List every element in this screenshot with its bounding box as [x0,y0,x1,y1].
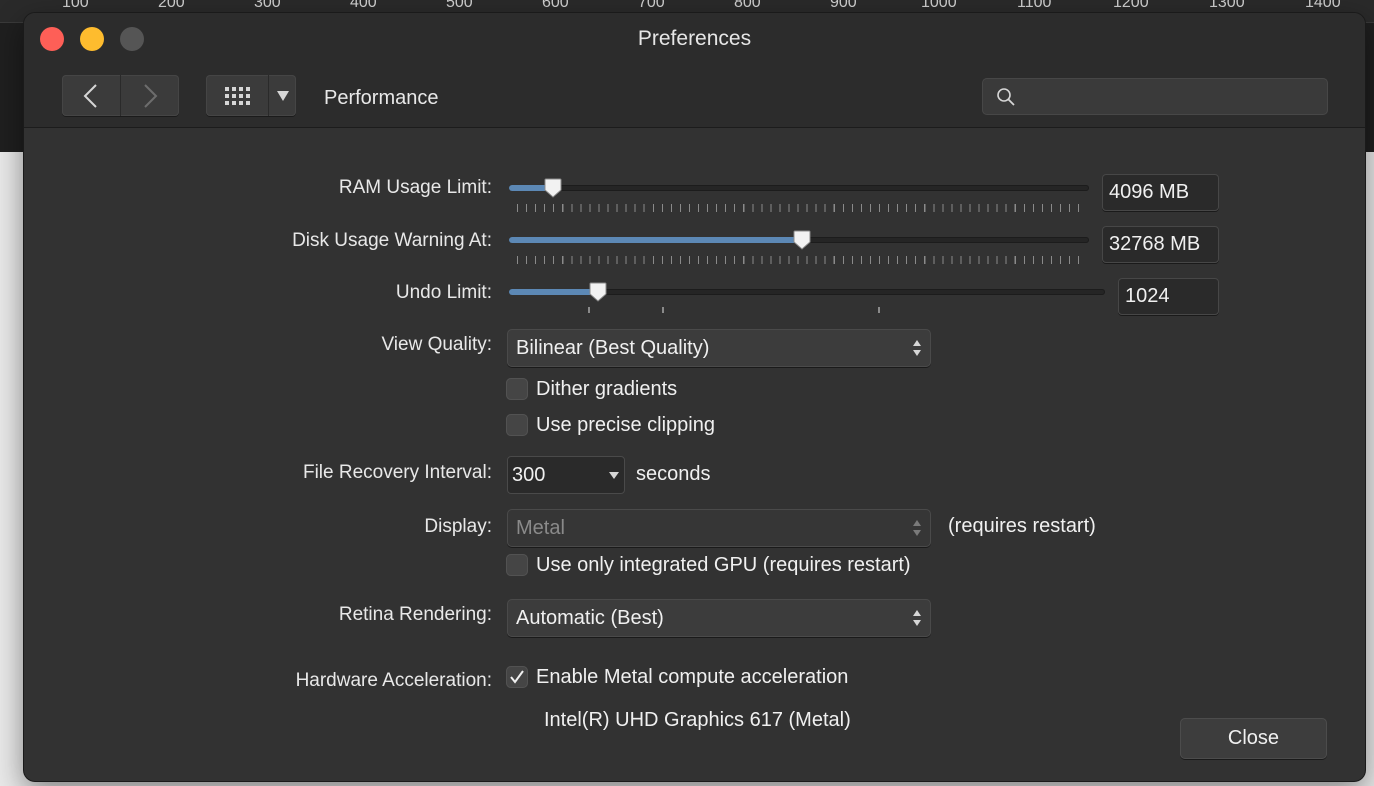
ruler-label: 700 [638,0,665,11]
checkmark-icon [510,670,524,684]
navigation-buttons [62,75,179,116]
ruler-label: 1200 [1113,0,1149,11]
ruler-label: 200 [158,0,185,11]
undo-limit-label: Undo Limit: [395,282,492,303]
undo-limit-field[interactable]: 1024 [1118,278,1219,315]
slider-tick [662,307,664,313]
precise-clipping-label: Use precise clipping [536,414,715,436]
disk-warning-slider[interactable] [509,230,1089,267]
file-recovery-combo[interactable]: 300 [507,456,625,494]
chevron-right-icon [144,83,158,108]
metal-compute-checkbox[interactable] [506,666,528,688]
ruler-label: 900 [830,0,857,11]
show-all-group [206,75,296,116]
up-down-arrows-icon [913,610,921,626]
forward-button[interactable] [120,75,179,116]
ruler-label: 800 [734,0,761,11]
show-all-menu-button[interactable] [269,75,296,116]
window-title: Preferences [637,27,752,50]
slider-thumb[interactable] [589,282,607,302]
slider-ticks [517,204,1081,212]
show-all-button[interactable] [206,75,269,116]
up-down-arrows-icon [913,340,921,356]
ruler-label: 1300 [1209,0,1245,11]
slider-ticks [517,256,1081,264]
view-quality-label: View Quality: [381,334,492,355]
retina-rendering-label: Retina Rendering: [338,604,492,625]
search-input[interactable] [1022,78,1316,117]
grid-icon [224,86,250,105]
ram-usage-field[interactable]: 4096 MB [1102,174,1219,211]
slider-tick [588,307,590,313]
view-quality-popup[interactable]: Bilinear (Best Quality) [507,329,931,367]
chevron-left-icon [83,83,97,108]
ruler-label: 600 [542,0,569,11]
up-down-arrows-icon [913,520,921,536]
ruler-label: 1000 [921,0,957,11]
search-field[interactable] [982,78,1328,117]
section-title: Performance [324,87,439,109]
triangle-down-icon [276,90,289,101]
ram-usage-label: RAM Usage Limit: [338,177,492,198]
file-recovery-label: File Recovery Interval: [302,462,492,483]
ruler-label: 400 [350,0,377,11]
preferences-window: Preferences Performance RAM Usage Limit:… [24,13,1365,781]
display-label: Display: [424,516,492,537]
disk-warning-label: Disk Usage Warning At: [292,230,492,251]
close-button[interactable]: Close [1180,718,1327,759]
integrated-gpu-label: Use only integrated GPU (requires restar… [536,554,911,576]
gpu-name-label: Intel(R) UHD Graphics 617 (Metal) [544,709,851,731]
display-value: Metal [516,517,565,539]
integrated-gpu-checkbox[interactable] [506,554,528,576]
seconds-unit-label: seconds [636,463,711,485]
ruler-label: 300 [254,0,281,11]
search-icon [997,88,1015,106]
back-button[interactable] [62,75,120,116]
combo-dropdown-icon[interactable] [609,456,619,509]
metal-compute-label: Enable Metal compute acceleration [536,666,849,688]
dither-gradients-checkbox[interactable] [506,378,528,400]
ruler-label: 1400 [1305,0,1341,11]
display-popup[interactable]: Metal [507,509,931,547]
disk-warning-field[interactable]: 32768 MB [1102,226,1219,263]
hardware-acceleration-label: Hardware Acceleration: [295,670,492,691]
view-quality-value: Bilinear (Best Quality) [516,337,710,359]
requires-restart-note: (requires restart) [948,515,1096,537]
dither-gradients-label: Dither gradients [536,378,678,400]
slider-thumb[interactable] [793,230,811,250]
retina-rendering-value: Automatic (Best) [516,607,664,629]
ruler-label: 500 [446,0,473,11]
title-bar: Preferences Performance [24,13,1365,128]
undo-limit-slider[interactable] [509,282,1105,319]
slider-thumb[interactable] [544,178,562,198]
file-recovery-value: 300 [512,464,546,486]
ruler-label: 1100 [1017,0,1052,11]
precise-clipping-checkbox[interactable] [506,414,528,436]
slider-fill [509,289,599,295]
slider-track [509,185,1089,191]
retina-rendering-popup[interactable]: Automatic (Best) [507,599,931,637]
slider-tick [878,307,880,313]
ruler-label: 100 [62,0,89,11]
ram-usage-slider[interactable] [509,178,1089,215]
slider-fill [509,237,803,243]
